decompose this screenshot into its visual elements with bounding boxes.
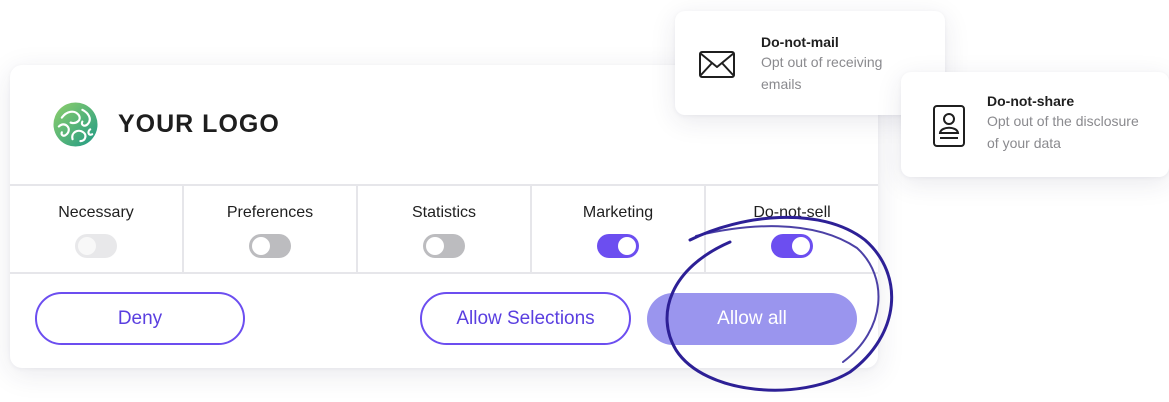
deny-button[interactable]: Deny <box>35 292 245 345</box>
category-do-not-sell: Do-not-sell <box>706 186 878 272</box>
allow-all-button[interactable]: Allow all <box>647 293 857 345</box>
do-not-share-text: Do-not-share Opt out of the disclosure o… <box>987 92 1147 154</box>
do-not-share-description: Opt out of the disclosure of your data <box>987 113 1139 151</box>
do-not-mail-description: Opt out of receiving emails <box>761 54 883 92</box>
do-not-share-title: Do-not-share <box>987 93 1075 109</box>
category-marketing: Marketing <box>532 186 706 272</box>
category-label: Do-not-sell <box>753 204 831 221</box>
category-statistics: Statistics <box>358 186 532 272</box>
category-label: Necessary <box>58 204 134 221</box>
marketing-toggle[interactable] <box>597 234 639 258</box>
id-badge-icon <box>933 105 965 147</box>
category-label: Statistics <box>411 204 476 221</box>
category-necessary: Necessary <box>10 186 184 272</box>
necessary-toggle <box>75 234 117 258</box>
do-not-share-card: Do-not-share Opt out of the disclosure o… <box>901 72 1169 177</box>
toggle-knob <box>426 237 444 255</box>
logo-text: YOUR LOGO <box>118 110 280 138</box>
toggle-knob <box>618 237 636 255</box>
do-not-mail-title: Do-not-mail <box>761 34 839 50</box>
category-label: Preferences <box>226 204 314 221</box>
do-not-sell-toggle[interactable] <box>771 234 813 258</box>
category-label: Marketing <box>582 204 654 221</box>
envelope-icon <box>699 51 735 78</box>
toggle-knob <box>78 237 96 255</box>
statistics-toggle[interactable] <box>423 234 465 258</box>
toggle-knob <box>792 237 810 255</box>
consent-categories: Necessary Preferences Statistics Marketi… <box>10 184 878 274</box>
swirl-globe-icon <box>53 102 98 147</box>
allow-selections-button[interactable]: Allow Selections <box>420 292 631 345</box>
preferences-toggle[interactable] <box>249 234 291 258</box>
toggle-knob <box>252 237 270 255</box>
logo: YOUR LOGO <box>53 102 280 147</box>
category-preferences: Preferences <box>184 186 358 272</box>
do-not-mail-text: Do-not-mail Opt out of receiving emails <box>761 33 921 95</box>
